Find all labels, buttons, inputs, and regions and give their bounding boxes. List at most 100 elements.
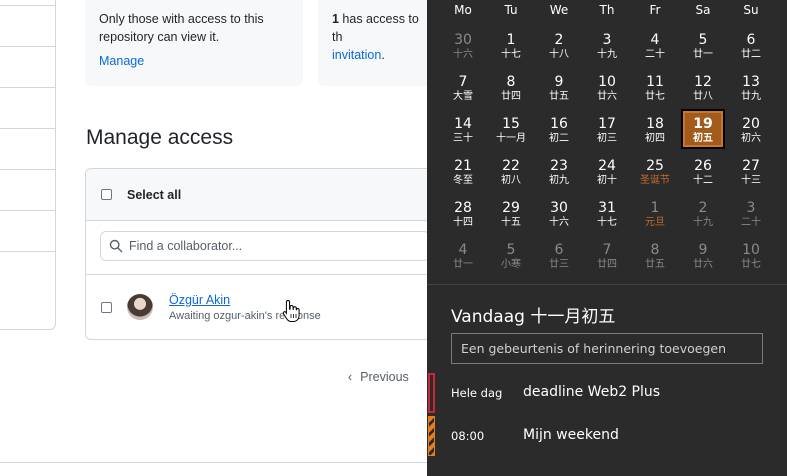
search-section — [86, 221, 444, 275]
calendar-day[interactable]: 4 廿一 — [439, 242, 487, 284]
avatar[interactable] — [127, 294, 153, 320]
calendar-day[interactable]: 29 十五 — [487, 200, 535, 242]
calendar-day[interactable]: 7 大雪 — [439, 74, 487, 116]
lunar-date: 廿三 — [549, 259, 569, 270]
calendar-day[interactable]: 5 小寒 — [487, 242, 535, 284]
calendar-day[interactable]: 4 二十 — [631, 32, 679, 74]
day-number: 16 — [550, 116, 568, 132]
lunar-date: 廿七 — [645, 91, 665, 102]
weekday-label: Fr — [649, 3, 661, 17]
weekday-header: Mo Tu We Th Fr Sa Su — [439, 2, 787, 18]
calendar-day[interactable]: 30 十六 — [535, 200, 583, 242]
sidebar-row[interactable] — [0, 88, 55, 129]
calendar-day[interactable]: 8 廿四 — [487, 74, 535, 116]
add-event-input[interactable] — [451, 333, 763, 364]
sidebar-row[interactable] — [0, 211, 55, 252]
calendar-day[interactable]: 6 廿二 — [727, 32, 775, 74]
manage-link[interactable]: Manage — [99, 54, 289, 68]
calendar-day[interactable]: 21 冬至 — [439, 158, 487, 200]
sidebar-row[interactable] — [0, 129, 55, 170]
settings-sidebar — [0, 0, 56, 330]
lunar-date: 廿一 — [693, 49, 713, 60]
day-number: 14 — [454, 116, 472, 132]
pagination: ‹ Previous — [348, 370, 409, 384]
calendar-day[interactable]: 26 十二 — [679, 158, 727, 200]
calendar-day[interactable]: 5 廿一 — [679, 32, 727, 74]
day-number: 30 — [454, 32, 472, 48]
calendar-day[interactable]: 10 廿六 — [583, 74, 631, 116]
day-number: 3 — [602, 32, 612, 48]
private-repo-text: Only those with access to this repositor… — [99, 12, 264, 44]
calendar-day[interactable]: 15 十一月 — [487, 116, 535, 158]
calendar-day[interactable]: 10 廿七 — [727, 242, 775, 284]
calendar-day[interactable]: 8 廿五 — [631, 242, 679, 284]
day-number: 27 — [742, 158, 760, 174]
calendar-day[interactable]: 3 十九 — [583, 32, 631, 74]
lunar-date: 廿一 — [453, 259, 473, 270]
calendar-day[interactable]: 9 廿五 — [535, 74, 583, 116]
lunar-date: 廿五 — [549, 91, 569, 102]
sidebar-row[interactable] — [0, 252, 55, 293]
lunar-date: 初十 — [597, 175, 617, 186]
select-all-label[interactable]: Select all — [127, 188, 181, 202]
calendar-day[interactable]: 31 十七 — [583, 200, 631, 242]
calendar-day[interactable]: 2 十九 — [679, 200, 727, 242]
calendar-day[interactable]: 23 初九 — [535, 158, 583, 200]
event-color-bar — [428, 416, 435, 456]
lunar-date: 初四 — [645, 133, 665, 144]
lunar-date: 廿八 — [693, 91, 713, 102]
collaborator-search-box[interactable] — [100, 231, 430, 261]
calendar-day[interactable]: 13 廿九 — [727, 74, 775, 116]
sidebar-row[interactable] — [0, 170, 55, 211]
lunar-date: 廿七 — [741, 259, 761, 270]
collaborator-search-input[interactable] — [129, 239, 409, 253]
lunar-date: 廿六 — [693, 259, 713, 270]
calendar-day[interactable]: 27 十三 — [727, 158, 775, 200]
day-number: 31 — [598, 200, 616, 216]
calendar-day[interactable]: 16 初二 — [535, 116, 583, 158]
day-number: 3 — [746, 200, 756, 216]
event-item[interactable]: Hele dag deadline Web2 Plus — [427, 373, 787, 413]
calendar-day[interactable]: 9 廿六 — [679, 242, 727, 284]
calendar-day[interactable]: 22 初八 — [487, 158, 535, 200]
collaborator-checkbox[interactable] — [101, 301, 112, 313]
calendar-day[interactable]: 3 二十 — [727, 200, 775, 242]
calendar-day[interactable]: 20 初六 — [727, 116, 775, 158]
calendar-day[interactable]: 7 廿四 — [583, 242, 631, 284]
lunar-date: 廿五 — [645, 259, 665, 270]
manage-access-box: Select all Özgür Akin Awaiting ozgur-aki… — [85, 168, 445, 340]
calendar-day[interactable]: 14 三十 — [439, 116, 487, 158]
weekday-label: Th — [599, 3, 615, 17]
calendar-day[interactable]: 24 初十 — [583, 158, 631, 200]
calendar-day[interactable]: 28 十四 — [439, 200, 487, 242]
calendar-day[interactable]: 18 初四 — [631, 116, 679, 158]
calendar-day[interactable]: 2 十八 — [535, 32, 583, 74]
calendar-grid: 30 十六 1 十七 2 十八 3 十九 4 二十 5 廿一 6 廿二 7 大雪 8 廿四 9 廿五 10 廿六 11 廿七 1… — [439, 32, 787, 284]
lunar-date: 初五 — [693, 133, 713, 144]
lunar-date: 大雪 — [453, 91, 473, 102]
lunar-date: 十七 — [597, 217, 617, 228]
sidebar-row[interactable] — [0, 47, 55, 88]
event-color-bar — [428, 373, 435, 413]
calendar-day[interactable]: 1 十七 — [487, 32, 535, 74]
day-number: 28 — [454, 200, 472, 216]
lunar-date: 三十 — [453, 133, 473, 144]
select-all-checkbox[interactable] — [101, 189, 112, 200]
event-item[interactable]: 08:00 Mijn weekend — [427, 416, 787, 456]
calendar-day[interactable]: 1 元旦 — [631, 200, 679, 242]
day-number: 7 — [458, 74, 468, 90]
calendar-day[interactable]: 17 初三 — [583, 116, 631, 158]
previous-page-button[interactable]: Previous — [360, 370, 409, 384]
weekday-label: Mo — [454, 3, 472, 17]
sidebar-row[interactable] — [0, 6, 55, 47]
calendar-day[interactable]: 11 廿七 — [631, 74, 679, 116]
calendar-day[interactable]: 6 廿三 — [535, 242, 583, 284]
calendar-day[interactable]: 25 圣诞节 — [631, 158, 679, 200]
invitation-link[interactable]: invitation — [332, 48, 381, 62]
lunar-date: 廿二 — [741, 49, 761, 60]
access-suffix: . — [381, 48, 385, 62]
calendar-day-today[interactable]: 19 初五 — [679, 109, 727, 158]
calendar-day[interactable]: 30 十六 — [439, 32, 487, 74]
lunar-date: 廿六 — [597, 91, 617, 102]
day-number: 22 — [502, 158, 520, 174]
